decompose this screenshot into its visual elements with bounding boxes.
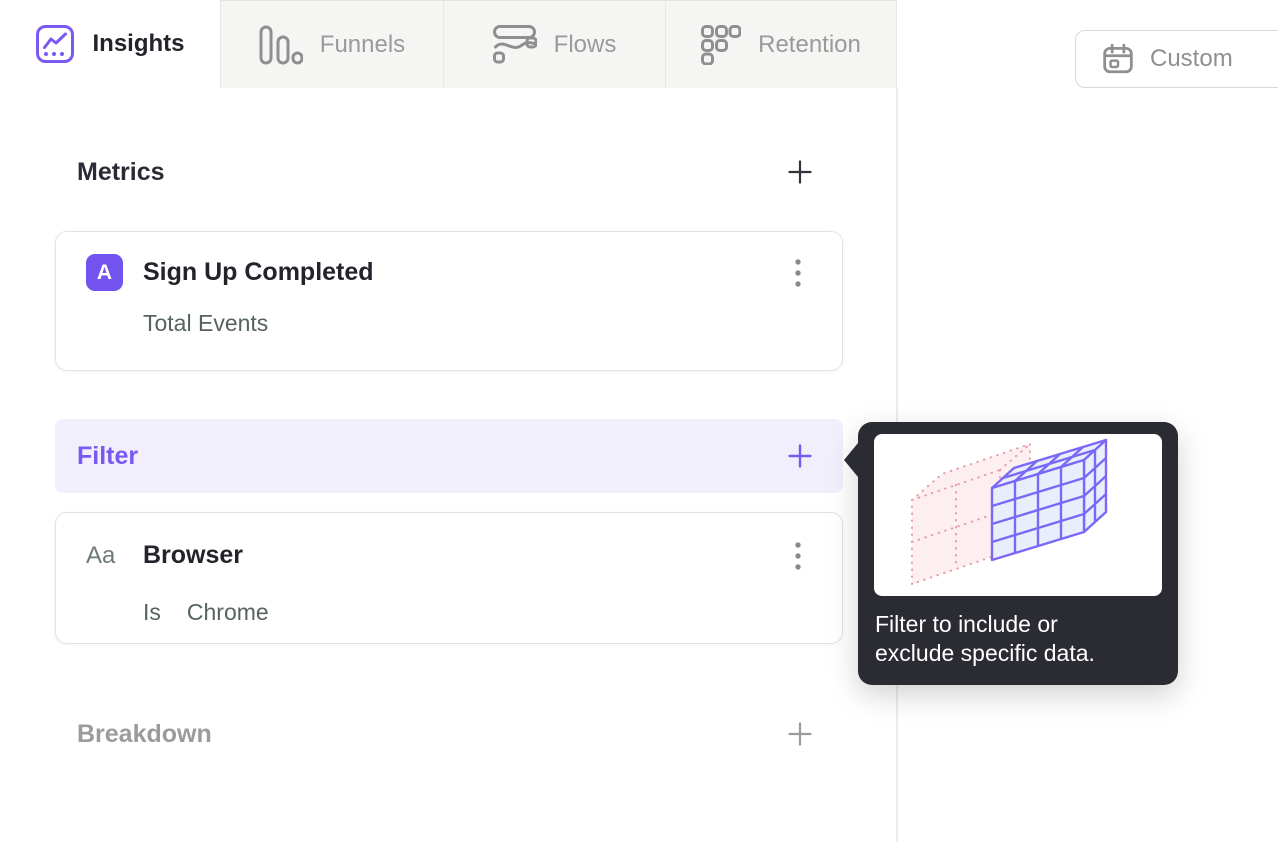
- kebab-menu-icon: [795, 541, 801, 570]
- funnel-bars-icon: [259, 25, 303, 64]
- filter-condition[interactable]: Is Chrome: [143, 599, 269, 626]
- metric-series-badge: A: [86, 254, 123, 291]
- insights-report-builder: Insights Funnels Flows Retention Custom …: [0, 0, 1278, 842]
- tab-flows[interactable]: Flows: [443, 0, 665, 88]
- filter-value: Chrome: [186, 599, 269, 625]
- plus-icon: [788, 722, 812, 746]
- tab-insights[interactable]: Insights: [0, 0, 220, 88]
- kebab-menu-icon: [795, 258, 801, 287]
- metric-event-name: Sign Up Completed: [143, 258, 374, 286]
- tab-retention[interactable]: Retention: [665, 0, 897, 88]
- line-chart-icon: [36, 25, 75, 63]
- tooltip-text-line2: exclude specific data.: [875, 640, 1095, 666]
- calendar-icon: [1103, 43, 1133, 74]
- breakdown-section-header: Breakdown: [55, 702, 843, 766]
- tooltip-caret: [844, 443, 858, 477]
- filter-section-header: Filter: [55, 419, 843, 493]
- tab-funnels[interactable]: Funnels: [220, 0, 443, 88]
- plus-icon: [788, 160, 812, 184]
- tab-insights-label: Insights: [92, 30, 185, 57]
- add-metric-button[interactable]: [787, 159, 813, 185]
- filter-tooltip: Filter to include or exclude specific da…: [844, 422, 1178, 685]
- tab-funnels-label: Funnels: [319, 30, 406, 58]
- metrics-section-header: Metrics: [55, 150, 843, 194]
- filter-operator: Is: [143, 599, 161, 625]
- metric-aggregation[interactable]: Total Events: [143, 310, 268, 337]
- metric-aggregation-label: Total Events: [143, 310, 269, 336]
- add-breakdown-button[interactable]: [787, 721, 813, 747]
- dots-grid-icon: [701, 24, 742, 65]
- breakdown-section-title: Breakdown: [77, 719, 212, 748]
- metric-card-row: A Sign Up Completed: [86, 254, 808, 291]
- tooltip-text-line1: Filter to include or: [875, 611, 1058, 637]
- tab-flows-label: Flows: [553, 30, 617, 58]
- filter-section-title: Filter: [77, 441, 139, 470]
- date-range-custom-button[interactable]: Custom: [1075, 30, 1278, 88]
- date-range-custom-label: Custom: [1150, 45, 1233, 72]
- plus-icon: [788, 444, 812, 468]
- report-type-tabbar: Insights Funnels Flows Retention: [0, 0, 897, 88]
- tooltip-illustration-card: [874, 434, 1162, 596]
- filter-card-menu-button[interactable]: [788, 540, 808, 572]
- tab-retention-label: Retention: [758, 30, 861, 58]
- flow-stream-icon: [492, 24, 537, 63]
- filter-card[interactable]: Aa Browser Is Chrome: [55, 512, 843, 644]
- filter-property-name: Browser: [143, 541, 244, 569]
- filter-card-row: Aa Browser: [86, 537, 808, 574]
- metric-card[interactable]: A Sign Up Completed Total Events: [55, 231, 843, 371]
- metrics-section-title: Metrics: [77, 157, 165, 186]
- string-property-badge: Aa: [86, 541, 116, 569]
- add-filter-button[interactable]: [787, 443, 813, 469]
- metric-card-menu-button[interactable]: [788, 257, 808, 289]
- filter-cube-illustration: [911, 438, 1108, 585]
- tooltip-text: Filter to include or exclude specific da…: [875, 610, 1161, 668]
